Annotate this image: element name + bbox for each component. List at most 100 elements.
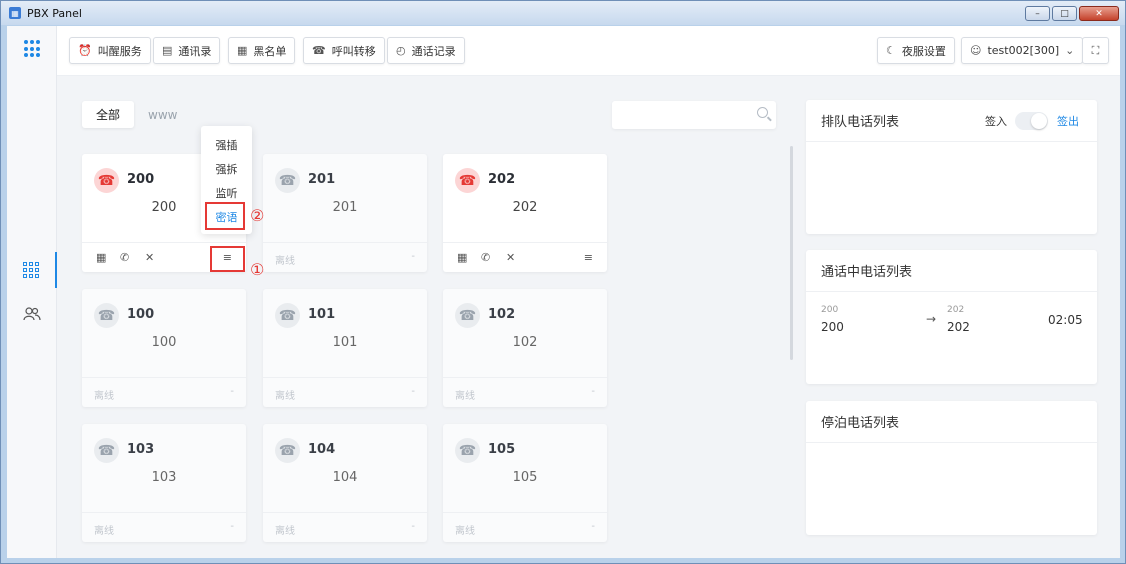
extension-card-104[interactable]: ☎ 104 104 离线 - [263, 424, 427, 542]
sidebar [7, 26, 57, 558]
extension-number: 202 [488, 172, 516, 187]
sidebar-item-users[interactable] [7, 296, 57, 332]
dialpad-logo-icon[interactable] [24, 40, 40, 58]
tab-all[interactable]: 全部 [82, 101, 135, 128]
sidebar-item-extensions[interactable] [7, 252, 57, 288]
extension-name: 101 [332, 335, 358, 350]
status-label: 离线 [275, 526, 295, 537]
extension-card-100[interactable]: ☎ 100 100 离线 - [82, 289, 246, 407]
sign-in-label: 签入 [985, 115, 1007, 128]
hangup-icon[interactable]: ✕ [506, 251, 515, 264]
sign-out-link[interactable]: 签出 [1057, 113, 1079, 129]
status-label: 离线 [455, 391, 475, 402]
scrollbar[interactable] [790, 146, 793, 360]
sign-in-toggle[interactable] [1015, 112, 1048, 130]
user-menu[interactable]: ☺ test002[300] ⌄ [961, 37, 1084, 64]
parked-panel-header: 停泊电话列表 [806, 401, 1097, 443]
in-call-panel-title: 通话中电话列表 [821, 265, 913, 280]
extension-number: 200 [127, 172, 155, 187]
extension-name: 100 [151, 335, 177, 350]
extension-number: 104 [308, 442, 336, 457]
extension-name: 105 [512, 470, 538, 485]
extension-name: 104 [332, 470, 358, 485]
parked-panel-title: 停泊电话列表 [821, 416, 900, 431]
card-footer: 离线 - [263, 377, 427, 407]
night-mode-button[interactable]: ☾ 夜服设置 [877, 37, 955, 64]
moon-icon: ☾ [886, 44, 896, 57]
alarm-clock-icon: ⏰ [78, 44, 92, 57]
address-book-icon: ▤ [162, 44, 173, 57]
phone-icon: ☎ [275, 438, 300, 463]
blacklist-label: 黑名单 [253, 44, 287, 58]
queue-panel-header: 排队电话列表 签入 签出 [806, 100, 1097, 142]
menu-item-force-hangup[interactable]: 强拆 [201, 161, 252, 177]
menu-icon[interactable]: ≡ [584, 251, 593, 264]
call-icon[interactable]: ✆ [120, 251, 129, 264]
hangup-icon[interactable]: ✕ [145, 251, 154, 264]
status-detail: - [411, 521, 415, 532]
status-detail: - [591, 386, 595, 397]
blacklist-icon: ▦ [237, 44, 248, 57]
app-window: ▦ PBX Panel – □ ✕ ⏰ 叫醒服务 ▤ 通讯录 ▦ 黑名单 ☎ 呼… [0, 0, 1126, 564]
card-footer: ▦ ✆ ✕ ≡ [443, 242, 607, 272]
extension-card-105[interactable]: ☎ 105 105 离线 - [443, 424, 607, 542]
fullscreen-button[interactable]: ⛶ [1082, 37, 1109, 64]
status-detail: - [591, 521, 595, 532]
status-detail: - [411, 251, 415, 262]
app-client: ⏰ 叫醒服务 ▤ 通讯录 ▦ 黑名单 ☎ 呼叫转移 ◴ 通话记录 ☾ 夜服设置 [7, 26, 1120, 558]
callee-small: 202 [947, 305, 965, 315]
status-label: 离线 [455, 526, 475, 537]
tab-www[interactable]: www [134, 101, 191, 128]
phone-icon: ☎ [455, 303, 480, 328]
users-icon [23, 307, 41, 321]
status-label: 离线 [275, 256, 295, 267]
search-input[interactable] [612, 101, 776, 129]
queue-panel-title: 排队电话列表 [821, 115, 900, 130]
call-forward-button[interactable]: ☎ 呼叫转移 [303, 37, 385, 64]
extension-card-201[interactable]: ☎ 201 201 离线 - [263, 154, 427, 272]
menu-item-barge-in[interactable]: 强插 [201, 137, 252, 153]
clock-icon: ◴ [396, 44, 406, 57]
call-log-button[interactable]: ◴ 通话记录 [387, 37, 465, 64]
minimize-button[interactable]: – [1025, 6, 1050, 21]
dialpad-icon[interactable]: ▦ [457, 251, 467, 264]
phone-icon: ☎ [455, 438, 480, 463]
dialpad-icon[interactable]: ▦ [96, 251, 106, 264]
phone-icon: ☎ [275, 303, 300, 328]
wakeup-service-label: 叫醒服务 [97, 44, 142, 58]
close-button[interactable]: ✕ [1079, 6, 1119, 21]
phone-icon: ☎ [275, 168, 300, 193]
extension-card-101[interactable]: ☎ 101 101 离线 - [263, 289, 427, 407]
call-icon[interactable]: ✆ [481, 251, 490, 264]
user-label: test002[300] [987, 44, 1060, 57]
extension-number: 101 [308, 307, 336, 322]
fullscreen-icon: ⛶ [1091, 43, 1100, 57]
active-call-row[interactable]: 200 200 → 202 202 02:05 [821, 305, 1083, 345]
marker-two: ② [250, 206, 265, 225]
arrow-right-icon: → [926, 312, 937, 326]
user-icon: ☺ [970, 44, 982, 57]
contacts-label: 通讯录 [178, 44, 212, 58]
group-tabs: 全部 www [82, 101, 191, 128]
wakeup-service-button[interactable]: ⏰ 叫醒服务 [69, 37, 151, 64]
search-icon[interactable] [757, 107, 768, 118]
window-title: PBX Panel [27, 6, 82, 20]
extension-name: 103 [151, 470, 177, 485]
extension-number: 103 [127, 442, 155, 457]
extension-card-202[interactable]: ☎ 202 202 ▦ ✆ ✕ ≡ [443, 154, 607, 272]
marker-one: ① [250, 260, 265, 279]
parked-panel: 停泊电话列表 [806, 401, 1097, 535]
extension-card-102[interactable]: ☎ 102 102 离线 - [443, 289, 607, 407]
extension-card-103[interactable]: ☎ 103 103 离线 - [82, 424, 246, 542]
extension-number: 102 [488, 307, 516, 322]
blacklist-button[interactable]: ▦ 黑名单 [228, 37, 296, 64]
grid-icon [23, 262, 39, 278]
in-call-panel-header: 通话中电话列表 [806, 250, 1097, 292]
phone-icon: ☎ [94, 303, 119, 328]
status-detail: - [411, 386, 415, 397]
menu-item-monitor[interactable]: 监听 [201, 185, 252, 201]
contacts-button[interactable]: ▤ 通讯录 [153, 37, 221, 64]
highlight-box-whisper [205, 202, 245, 230]
highlight-box-menu [210, 246, 245, 272]
maximize-button[interactable]: □ [1052, 6, 1077, 21]
